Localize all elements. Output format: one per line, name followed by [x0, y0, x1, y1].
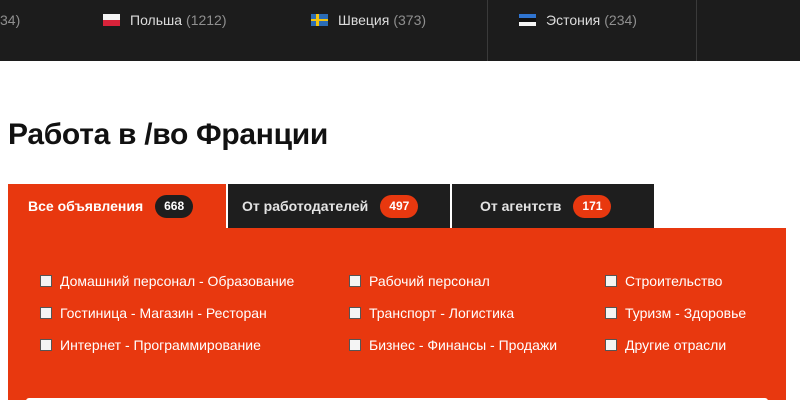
category-checkbox-business[interactable]: Бизнес - Финансы - Продажи [349, 337, 557, 353]
country-count: 34) [0, 11, 21, 28]
country-count: (234) [604, 11, 637, 28]
country-name: Польша [130, 11, 183, 28]
checkbox-icon[interactable] [40, 307, 52, 319]
country-bar: 34) Польша (1212) Швеция (373) Эстония (… [0, 0, 800, 61]
category-checkbox-hotel[interactable]: Гостиница - Магазин - Ресторан [40, 305, 267, 321]
country-count: (1212) [186, 11, 227, 28]
checkbox-icon[interactable] [349, 339, 361, 351]
checkbox-icon[interactable] [349, 275, 361, 287]
listing-tabs: Все объявления 668 От работодателей 497 … [8, 184, 654, 228]
category-label: Интернет - Программирование [60, 337, 261, 353]
category-label: Строительство [625, 273, 723, 289]
page-title: Работа в /во Франции [8, 118, 329, 151]
category-label: Домашний персонал - Образование [60, 273, 295, 289]
category-label: Гостиница - Магазин - Ресторан [60, 305, 267, 321]
tab-label: От агентств [480, 198, 562, 214]
ee-flag-icon [519, 13, 536, 26]
category-checkbox-transport[interactable]: Транспорт - Логистика [349, 305, 514, 321]
category-checkbox-construction[interactable]: Строительство [605, 273, 722, 289]
category-label: Бизнес - Финансы - Продажи [369, 337, 558, 353]
category-checkbox-tourism[interactable]: Туризм - Здоровье [605, 305, 746, 321]
category-checkbox-other[interactable]: Другие отрасли [605, 337, 726, 353]
checkbox-icon[interactable] [605, 307, 617, 319]
checkbox-icon[interactable] [40, 275, 52, 287]
country-name: Эстония [546, 11, 601, 28]
checkbox-icon[interactable] [605, 339, 617, 351]
category-checkbox-domestic[interactable]: Домашний персонал - Образование [40, 273, 294, 289]
category-label: Транспорт - Логистика [369, 305, 515, 321]
category-filter-panel: Домашний персонал - Образование Гостиниц… [8, 228, 786, 400]
category-checkbox-internet[interactable]: Интернет - Программирование [40, 337, 261, 353]
country-link-partial[interactable]: 34) [0, 0, 20, 61]
pl-flag-icon [103, 13, 120, 26]
country-name: Швеция [338, 11, 390, 28]
count-badge: 171 [573, 194, 612, 218]
category-label: Другие отрасли [625, 337, 727, 353]
tab-all-listings[interactable]: Все объявления 668 [8, 184, 226, 228]
checkbox-icon[interactable] [349, 307, 361, 319]
country-link-estonia[interactable]: Эстония (234) [519, 0, 637, 61]
tab-label: От работодателей [242, 198, 369, 214]
country-count: (373) [393, 11, 427, 28]
divider [696, 0, 697, 61]
count-badge: 668 [155, 194, 194, 218]
checkbox-icon[interactable] [605, 275, 617, 287]
count-badge: 497 [380, 194, 419, 218]
category-checkbox-workers[interactable]: Рабочий персонал [349, 273, 490, 289]
country-link-poland[interactable]: Польша (1212) [103, 0, 227, 61]
category-label: Туризм - Здоровье [625, 305, 747, 321]
divider [487, 0, 488, 61]
tab-employers[interactable]: От работодателей 497 [228, 184, 450, 228]
checkbox-icon[interactable] [40, 339, 52, 351]
category-label: Рабочий персонал [369, 273, 490, 289]
tab-label: Все объявления [28, 198, 144, 214]
tab-agencies[interactable]: От агентств 171 [452, 184, 654, 228]
country-link-sweden[interactable]: Швеция (373) [311, 0, 426, 61]
se-flag-icon [311, 13, 328, 26]
